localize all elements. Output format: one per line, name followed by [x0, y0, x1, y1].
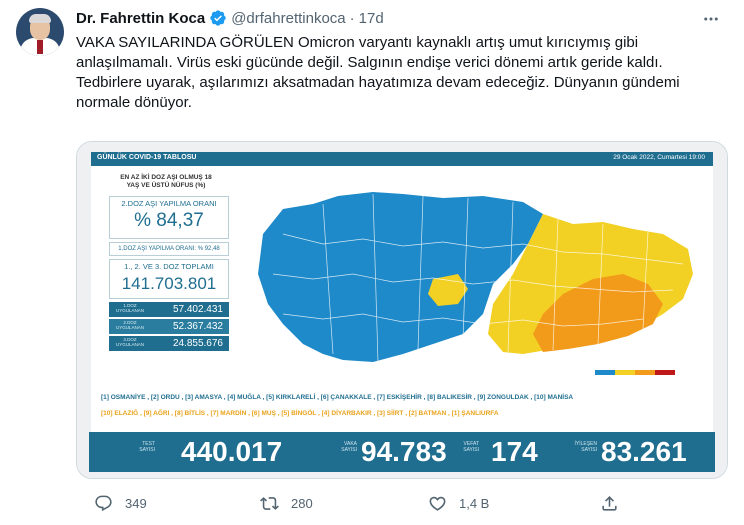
dose-value: 57.402.431: [172, 304, 223, 315]
dose-label: 1.DOZ UYGULANAN: [115, 303, 144, 313]
test-label: TEST SAYISI: [139, 441, 155, 453]
legend-swatch-4: [655, 370, 675, 375]
separator-dot: ·: [349, 9, 355, 27]
legend-swatch-2: [615, 370, 635, 375]
dose1-rate: 1.DOZ AŞI YAPILMA ORANI: % 92,48: [109, 242, 229, 256]
total-doses-value: 141.703.801: [121, 274, 217, 293]
tweet-actions: 349 280 1,4 B: [76, 490, 736, 520]
like-button[interactable]: 1,4 B: [428, 494, 489, 513]
avatar-hair: [29, 14, 51, 23]
tweet-header: Dr. Fahrettin Koca @drfahrettinkoca · 17…: [76, 8, 384, 28]
vaccination-stats-title: EN AZ İKİ DOZ AŞI OLMUŞ 18 YAŞ VE ÜSTÜ N…: [120, 174, 212, 189]
reply-count: 349: [125, 496, 147, 511]
author-handle[interactable]: @drfahrettinkoca: [231, 10, 345, 27]
tweet-timestamp[interactable]: 17d: [359, 10, 384, 27]
total-doses-label: 1., 2. VE 3. DOZ TOPLAMI: [124, 262, 214, 271]
retweet-icon: [260, 497, 279, 510]
dose2-rate-label: 2.DOZ AŞI YAPILMA ORANI: [121, 199, 217, 208]
infographic-body: EN AZ İKİ DOZ AŞI OLMUŞ 18 YAŞ VE ÜSTÜ N…: [91, 166, 713, 472]
dose2-rate-box: 2.DOZ AŞI YAPILMA ORANI % 84,37: [109, 196, 229, 239]
dose-value: 52.367.432: [172, 321, 223, 332]
dose-row-1: 1.DOZ UYGULANAN 57.402.431: [109, 302, 229, 317]
case-label: VAKA SAYISI: [341, 441, 357, 453]
dose-label: 3.DOZ UYGULANAN: [115, 337, 144, 347]
tweet[interactable]: Dr. Fahrettin Koca @drfahrettinkoca · 17…: [0, 0, 744, 525]
infographic-header: GÜNLÜK COVID-19 TABLOSU 29 Ocak 2022, Cu…: [91, 152, 713, 166]
death-value: 174: [491, 436, 538, 467]
dose-row-3: 3.DOZ UYGULANAN 24.855.676: [109, 336, 229, 351]
dose2-rate-value: % 84,37: [134, 210, 204, 231]
recovered-value: 83.261: [601, 436, 687, 467]
highest-provinces: [10] ELAZIĞ , [9] AĞRI , [8] BİTLİS , [7…: [101, 410, 499, 417]
more-icon: [704, 17, 718, 21]
test-value: 440.017: [181, 436, 283, 467]
dose-value: 24.855.676: [172, 338, 223, 349]
case-value: 94.783: [361, 436, 447, 467]
dose-label: 2.DOZ UYGULANAN: [115, 320, 144, 330]
tweet-image[interactable]: GÜNLÜK COVID-19 TABLOSU 29 Ocak 2022, Cu…: [76, 141, 728, 479]
recovered-label: İYİLEŞEN SAYISI: [574, 441, 597, 453]
lowest-provinces: [1] OSMANİYE , [2] ORDU , [3] AMASYA , […: [101, 394, 574, 401]
like-count: 1,4 B: [459, 496, 490, 511]
reply-icon: [95, 495, 112, 512]
legend-swatch-3: [635, 370, 655, 375]
infographic-date: 29 Ocak 2022, Cumartesi 19:00: [613, 154, 705, 161]
turkey-vaccination-map: [258, 192, 693, 375]
heart-icon: [429, 496, 446, 511]
avatar[interactable]: [16, 8, 64, 56]
share-button[interactable]: [600, 494, 619, 513]
infographic-title: GÜNLÜK COVID-19 TABLOSU: [97, 154, 197, 161]
retweet-button[interactable]: 280: [260, 494, 313, 513]
avatar-tie: [37, 40, 43, 54]
tweet-text: VAKA SAYILARINDA GÖRÜLEN Omicron varyant…: [76, 34, 684, 111]
author-name[interactable]: Dr. Fahrettin Koca: [76, 10, 205, 27]
dose-row-2: 2.DOZ UYGULANAN 52.367.432: [109, 319, 229, 334]
legend-swatch-1: [595, 370, 615, 375]
share-icon: [602, 496, 617, 511]
daily-summary-bar: TEST SAYISI 440.017 VAKA SAYISI 94.783 V…: [89, 432, 715, 472]
more-options-button[interactable]: [700, 8, 722, 30]
retweet-count: 280: [291, 496, 313, 511]
reply-button[interactable]: 349: [94, 494, 147, 513]
verified-badge-icon: [210, 10, 226, 26]
death-label: VEFAT SAYISI: [463, 441, 479, 453]
total-doses-box: 1., 2. VE 3. DOZ TOPLAMI 141.703.801: [109, 259, 229, 299]
